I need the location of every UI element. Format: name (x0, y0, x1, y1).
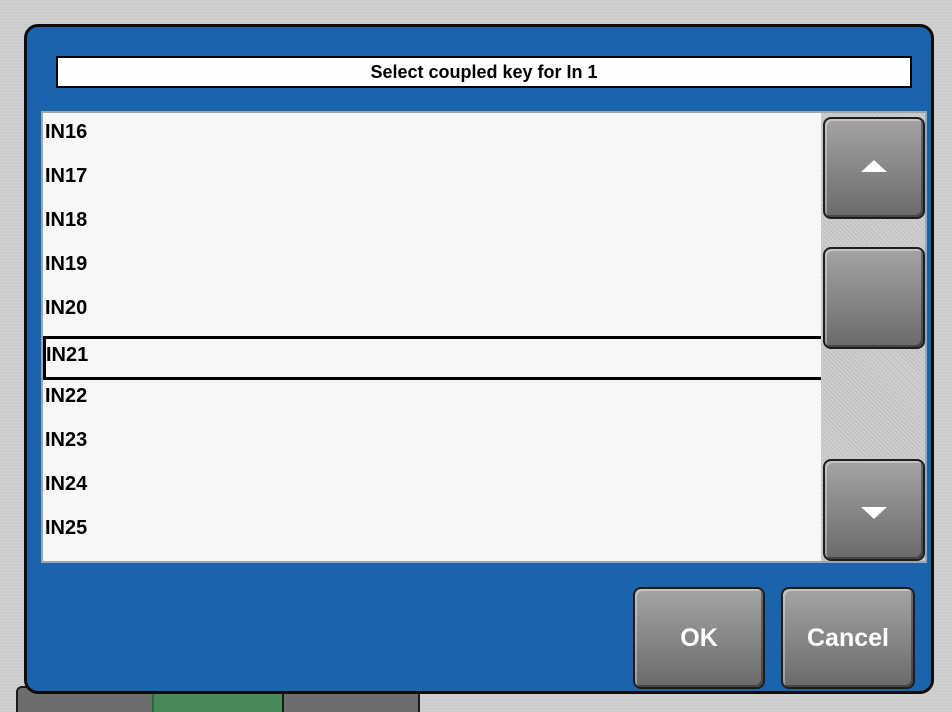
list-item[interactable]: IN18 (43, 201, 821, 245)
ok-button[interactable]: OK (633, 587, 765, 689)
triangle-down-icon (861, 507, 887, 519)
list-item[interactable]: IN22 (43, 377, 821, 421)
cancel-button-label: Cancel (807, 623, 889, 652)
dialog-title: Select coupled key for In 1 (56, 56, 912, 88)
list-item[interactable]: IN20 (43, 289, 821, 333)
key-list[interactable]: IN16 IN17 IN18 IN19 IN20 IN21 IN22 IN23 … (43, 113, 821, 561)
list-item-selected[interactable]: IN21 (43, 336, 821, 380)
triangle-up-icon (861, 160, 887, 172)
list-item[interactable]: IN23 (43, 421, 821, 465)
scroll-down-button[interactable] (823, 459, 925, 561)
scroll-up-button[interactable] (823, 117, 925, 219)
list-item[interactable]: IN17 (43, 157, 821, 201)
list-item[interactable]: IN24 (43, 465, 821, 509)
key-list-frame: IN16 IN17 IN18 IN19 IN20 IN21 IN22 IN23 … (41, 111, 927, 563)
ok-button-label: OK (680, 623, 718, 652)
list-item[interactable]: IN16 (43, 113, 821, 157)
list-item[interactable]: IN19 (43, 245, 821, 289)
list-item[interactable]: IN25 (43, 509, 821, 553)
cancel-button[interactable]: Cancel (781, 587, 915, 689)
scrollbar-thumb[interactable] (823, 247, 925, 349)
select-key-dialog: Select coupled key for In 1 IN16 IN17 IN… (24, 24, 934, 694)
